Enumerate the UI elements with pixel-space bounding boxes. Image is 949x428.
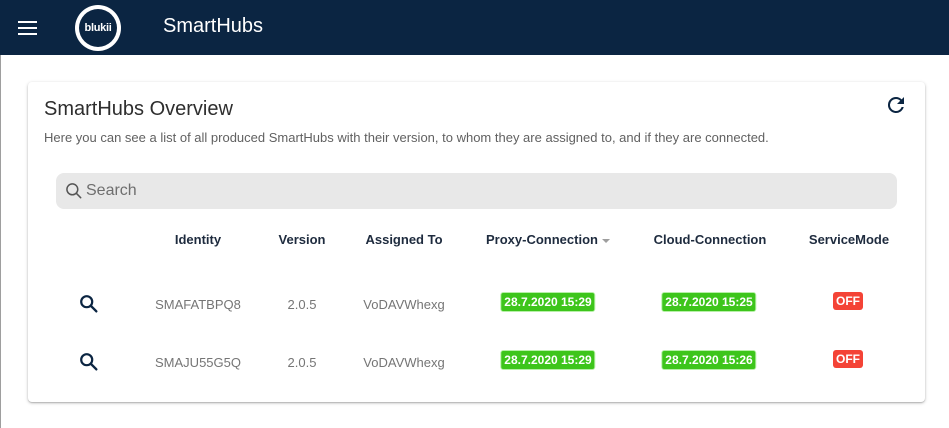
cloud-connection-badge: 28.7.2020 15:25 [661, 292, 757, 312]
refresh-icon[interactable] [884, 93, 908, 117]
service-mode-badge: OFF [833, 292, 863, 310]
column-header-assigned-to[interactable]: Assigned To [365, 232, 442, 247]
logo-text: blukii [79, 9, 117, 47]
logo[interactable]: blukii [75, 5, 121, 51]
cell-version: 2.0.5 [287, 297, 317, 312]
column-header-service-mode[interactable]: ServiceMode [809, 232, 889, 247]
column-header-version[interactable]: Version [279, 232, 326, 247]
cell-identity: SMAFATBPQ8 [155, 297, 241, 312]
app-title: SmartHubs [163, 15, 264, 37]
column-header-proxy-label: Proxy-Connection [486, 232, 598, 247]
proxy-connection-badge: 28.7.2020 15:29 [500, 292, 596, 312]
table-row: SMAJU55G5Q 2.0.5 VoDAVWhexg 28.7.2020 15… [28, 328, 925, 386]
column-header-identity[interactable]: Identity [175, 232, 221, 247]
service-mode-badge: OFF [833, 350, 863, 368]
cloud-connection-badge: 28.7.2020 15:26 [661, 350, 757, 370]
search-field[interactable] [56, 173, 897, 209]
smarthubs-card: SmartHubs Overview Here you can see a li… [28, 82, 925, 402]
app-bar: blukii SmartHubs [0, 0, 949, 55]
card-subtitle: Here you can see a list of all produced … [44, 130, 769, 145]
menu-icon[interactable] [18, 17, 40, 37]
proxy-connection-badge: 28.7.2020 15:29 [500, 350, 596, 370]
column-header-proxy-connection[interactable]: Proxy-Connection [486, 232, 610, 247]
search-icon[interactable] [78, 351, 100, 373]
cell-version: 2.0.5 [287, 355, 317, 370]
search-icon [66, 183, 82, 199]
column-header-cloud-connection[interactable]: Cloud-Connection [654, 232, 767, 247]
page-content: SmartHubs Overview Here you can see a li… [0, 55, 949, 428]
cell-identity: SMAJU55G5Q [155, 355, 241, 370]
table-row: SMAFATBPQ8 2.0.5 VoDAVWhexg 28.7.2020 15… [28, 270, 925, 328]
sort-desc-icon [601, 238, 610, 243]
cell-assigned-to: VoDAVWhexg [363, 355, 445, 370]
cell-assigned-to: VoDAVWhexg [363, 297, 445, 312]
search-input[interactable] [86, 173, 886, 209]
search-icon[interactable] [78, 293, 100, 315]
card-title: SmartHubs Overview [44, 98, 233, 120]
